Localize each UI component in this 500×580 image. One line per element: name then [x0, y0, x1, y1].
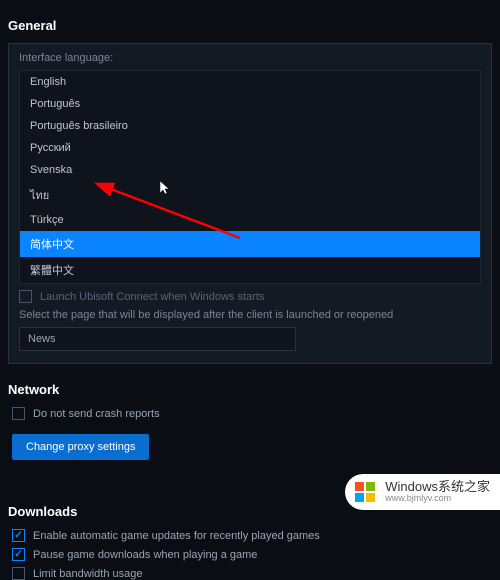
lang-option-portugues[interactable]: Português: [20, 93, 480, 115]
limit-bw-row[interactable]: Limit bandwidth usage: [12, 567, 492, 580]
auto-update-label: Enable automatic game updates for recent…: [33, 530, 320, 542]
section-title-general: General: [8, 18, 492, 33]
windows-logo-icon: [353, 480, 377, 504]
change-proxy-button[interactable]: Change proxy settings: [12, 434, 149, 460]
downloads-panel: Enable automatic game updates for recent…: [8, 529, 492, 580]
no-crash-row[interactable]: Do not send crash reports: [12, 407, 492, 420]
language-label: Interface language:: [19, 52, 481, 64]
watermark-url: www.bjmlyv.com: [385, 494, 490, 504]
checkbox-auto-update[interactable]: [12, 529, 25, 542]
start-page-select[interactable]: News: [19, 327, 296, 351]
auto-update-row[interactable]: Enable automatic game updates for recent…: [12, 529, 492, 542]
general-panel: Interface language: English Português Po…: [8, 43, 492, 364]
launch-on-start-label: Launch Ubisoft Connect when Windows star…: [40, 291, 264, 303]
watermark-title: Windows系统之家: [385, 480, 490, 494]
lang-option-english[interactable]: English: [20, 71, 480, 93]
language-dropdown[interactable]: English Português Português brasileiro Р…: [19, 70, 481, 284]
lang-option-simplified-chinese[interactable]: 简体中文: [20, 231, 480, 257]
lang-option-turkce[interactable]: Türkçe: [20, 209, 480, 231]
lang-option-portugues-br[interactable]: Português brasileiro: [20, 115, 480, 137]
checkbox-no-crash[interactable]: [12, 407, 25, 420]
lang-option-traditional-chinese[interactable]: 繁體中文: [20, 257, 480, 283]
no-crash-label: Do not send crash reports: [33, 408, 160, 420]
lang-option-russian[interactable]: Русский: [20, 137, 480, 159]
limit-bw-label: Limit bandwidth usage: [33, 568, 142, 580]
pause-playing-label: Pause game downloads when playing a game: [33, 549, 257, 561]
checkbox-limit-bw[interactable]: [12, 567, 25, 580]
section-title-network: Network: [8, 382, 492, 397]
checkbox-pause-playing[interactable]: [12, 548, 25, 561]
checkbox-launch-start[interactable]: [19, 290, 32, 303]
lang-option-svenska[interactable]: Svenska: [20, 159, 480, 181]
pause-playing-row[interactable]: Pause game downloads when playing a game: [12, 548, 492, 561]
lang-option-thai[interactable]: ไทย: [20, 181, 480, 209]
launch-on-start-row[interactable]: Launch Ubisoft Connect when Windows star…: [19, 290, 481, 303]
start-page-label: Select the page that will be displayed a…: [19, 309, 481, 321]
network-panel: Do not send crash reports Change proxy s…: [8, 407, 492, 460]
watermark: Windows系统之家 www.bjmlyv.com: [345, 474, 500, 510]
